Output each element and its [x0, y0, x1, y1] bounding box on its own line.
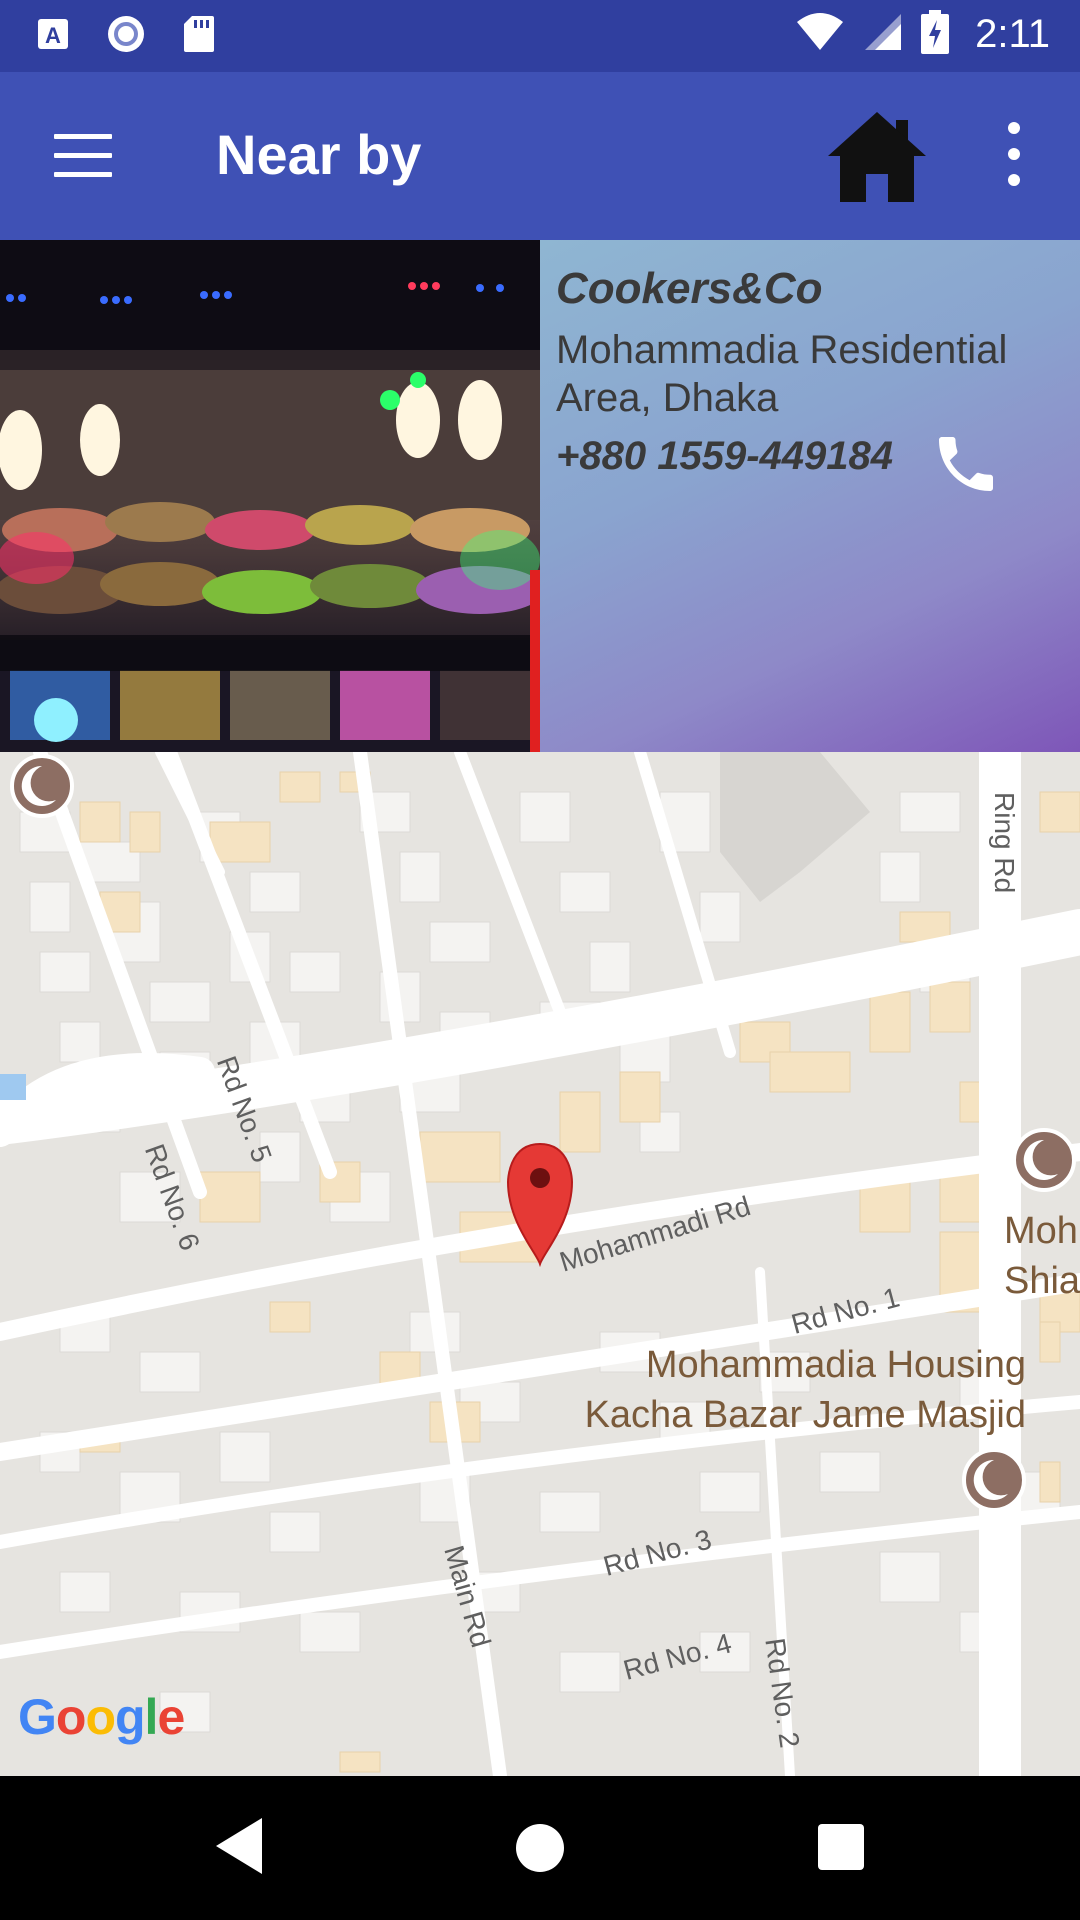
more-vert-icon[interactable]: [1000, 122, 1028, 192]
clock: 2:11: [975, 11, 1050, 56]
app-bar: Near by: [0, 72, 1080, 240]
recents-icon[interactable]: [818, 1824, 864, 1870]
svg-text:A: A: [45, 23, 61, 48]
place-photo: [0, 240, 540, 752]
google-logo: Google: [18, 1689, 185, 1745]
street-label: Ring Rd: [989, 792, 1020, 894]
cell-signal-icon: [863, 12, 903, 56]
battery-charging-icon: [921, 10, 950, 58]
home-icon[interactable]: [822, 108, 932, 204]
map-view[interactable]: Ring Rd Rd No. 5 Rd No. 6 Mohammadi Rd R…: [0, 752, 1080, 1776]
navigation-bar: [0, 1776, 1080, 1920]
page-title: Near by: [216, 123, 422, 186]
phone-icon[interactable]: [930, 428, 1002, 500]
hamburger-menu-icon[interactable]: [54, 134, 112, 178]
place-info: Cookers&Co Mohammadia Residential Area, …: [540, 240, 1080, 752]
sd-card-icon: [182, 14, 216, 58]
wifi-icon: [795, 12, 845, 56]
status-bar: A 2:11: [0, 0, 1080, 72]
back-icon[interactable]: [214, 1816, 264, 1880]
poi-label-masjid[interactable]: Mohammadia Housing Kacha Bazar Jame Masj…: [540, 1340, 1026, 1440]
app-a-icon: A: [36, 17, 70, 55]
poi-label-partial[interactable]: Moh Shia: [1004, 1206, 1080, 1306]
place-phone[interactable]: +880 1559-449184: [556, 434, 893, 479]
place-card[interactable]: Cookers&Co Mohammadia Residential Area, …: [0, 240, 1080, 752]
place-name: Cookers&Co: [556, 264, 823, 313]
home-circle-icon[interactable]: [516, 1824, 564, 1872]
place-address: Mohammadia Residential Area, Dhaka: [556, 328, 1008, 420]
record-icon: [106, 14, 146, 58]
